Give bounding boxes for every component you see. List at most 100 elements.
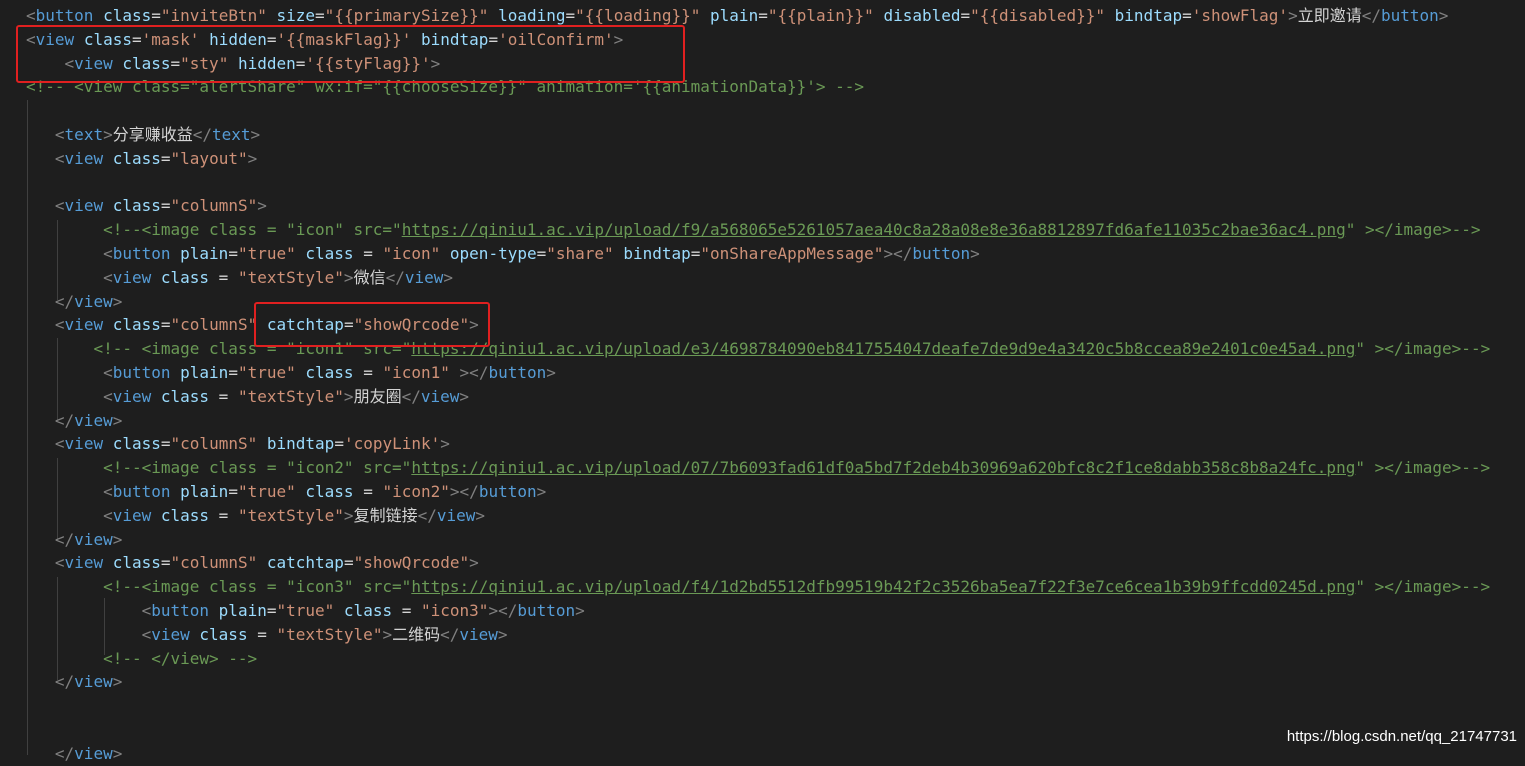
code-token: "share" [546, 244, 614, 263]
code-token: <!--<image class = "icon" src=" [103, 220, 402, 240]
code-token: = [228, 244, 238, 263]
code-token: view [64, 434, 104, 454]
code-token: 复制链接 [353, 505, 418, 525]
code-token: class [112, 553, 161, 573]
code-line: <!-- </view> --> [26, 647, 257, 671]
code-token: = [758, 6, 768, 25]
code-token: > [1288, 6, 1298, 25]
code-token: "textStyle" [237, 386, 344, 406]
code-token: text [64, 125, 104, 144]
code-token: < [26, 6, 36, 25]
code-token: plain [218, 601, 267, 620]
code-token: class [305, 363, 354, 382]
code-token: https://qiniu1.ac.vip/upload/f9/a568065e… [401, 220, 1346, 240]
code-token: </ [1361, 6, 1381, 25]
code-token: class [112, 196, 161, 216]
code-token: class [103, 6, 152, 25]
code-token: = [392, 601, 421, 620]
code-token: class [112, 315, 161, 335]
code-line: </view> [26, 528, 122, 552]
code-token: button [517, 601, 576, 620]
code-token: bindtap [623, 244, 691, 263]
code-token: = [334, 434, 344, 454]
code-token: = [315, 6, 325, 25]
code-token: "textStyle" [237, 267, 344, 287]
code-token: > [250, 125, 261, 144]
code-token: "{{disabled}}" [970, 6, 1106, 25]
code-token: = [353, 482, 383, 501]
code-token: > [112, 743, 123, 763]
code-line: <view class="columnS" catchtap="showQrco… [26, 551, 479, 575]
code-token: < [141, 601, 152, 620]
code-token: </ [417, 505, 437, 525]
code-token: > [497, 624, 508, 644]
code-token: view [420, 386, 460, 406]
code-token: class [305, 482, 354, 501]
code-token: view [74, 410, 113, 430]
code-token: </ [192, 125, 212, 144]
code-token: 微信 [353, 267, 386, 287]
code-token: > [257, 196, 267, 216]
code-token: 立即邀请 [1297, 6, 1362, 25]
code-token: > [112, 410, 123, 430]
code-token: > [112, 529, 123, 549]
code-token: view [112, 505, 152, 525]
code-token: " ></image>--> [1355, 339, 1491, 359]
code-token: "true" [237, 482, 296, 501]
code-token: plain [710, 6, 759, 25]
code-token: = [160, 148, 171, 168]
code-token: < [103, 267, 113, 287]
code-token: < [54, 434, 65, 454]
code-token: = [343, 553, 354, 573]
code-token: = [160, 315, 171, 335]
code-token: </ [440, 624, 460, 644]
code-token: 朋友圈 [353, 386, 402, 406]
code-token: view [112, 267, 152, 287]
code-token: "icon" [382, 244, 441, 263]
code-token: < [103, 386, 113, 406]
code-token: "layout" [170, 148, 248, 168]
code-line: <button plain="true" class = "icon2"></b… [26, 480, 546, 504]
code-token: = [160, 553, 171, 573]
code-token: loading [498, 6, 566, 25]
code-token: = [1182, 6, 1192, 25]
code-token: = [209, 505, 238, 525]
code-token: > [343, 386, 354, 406]
code-token: ></ [459, 363, 489, 382]
code-token: = [160, 196, 171, 216]
code-token: https://qiniu1.ac.vip/upload/e3/46987840… [411, 339, 1356, 359]
code-token: < [54, 125, 65, 144]
code-token: plain [180, 244, 229, 263]
code-token: class [343, 601, 393, 620]
code-token: "inviteBtn" [160, 6, 267, 25]
code-token: "columnS" [170, 553, 258, 573]
code-token: plain [180, 482, 229, 501]
code-editor[interactable]: <button class="inviteBtn" size="{{primar… [0, 0, 1525, 763]
code-token: > [440, 434, 450, 454]
code-token: bindtap [1114, 6, 1183, 25]
code-token: view [436, 505, 476, 525]
code-line: <button plain="true" class = "icon1" ></… [26, 361, 556, 385]
code-token: class [160, 386, 210, 406]
code-token: plain [180, 363, 229, 382]
code-token: 'showFlag' [1191, 6, 1289, 25]
